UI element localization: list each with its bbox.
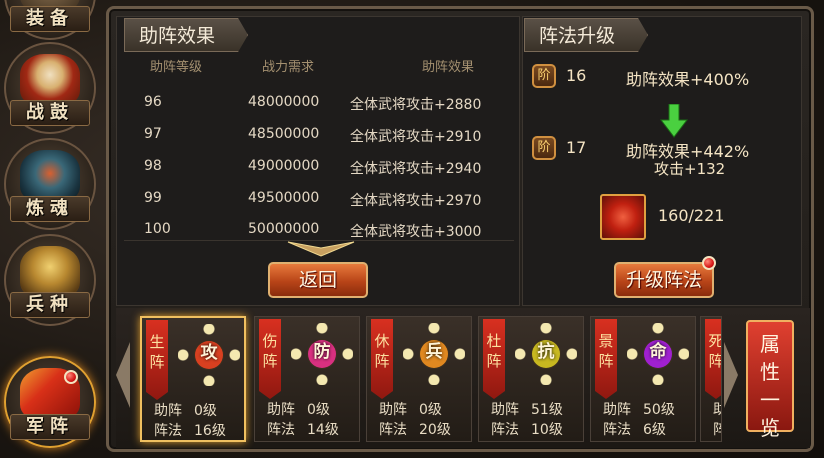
current-effect: 助阵效果+400% bbox=[626, 70, 750, 89]
array-level-line: 阵法 14级 bbox=[267, 422, 339, 438]
row-effect: 全体武将攻击+2880 bbox=[350, 97, 482, 113]
formation-card[interactable]: 伤阵 防助阵 0级阵法 14级 bbox=[254, 316, 360, 442]
support-level-line: 助阵 0级 bbox=[379, 402, 442, 418]
sidebar-item-label: 炼魂 bbox=[10, 196, 90, 222]
row-power: 49500000 bbox=[248, 190, 320, 206]
column-header-level: 助阵等级 bbox=[150, 60, 203, 75]
row-level: 99 bbox=[144, 190, 162, 206]
formation-card[interactable]: 景阵 命助阵 50级阵法 6级 bbox=[590, 316, 696, 442]
sidebar-item-soul-refine[interactable]: 炼魂 bbox=[4, 138, 96, 230]
arrow-down-icon bbox=[660, 104, 688, 138]
array-level-line: 阵法 10级 bbox=[491, 422, 563, 438]
notification-dot bbox=[702, 256, 716, 270]
back-button[interactable]: 返回 bbox=[268, 262, 368, 298]
row-level: 98 bbox=[144, 158, 162, 174]
upgrade-title: 阵法升级 bbox=[524, 18, 648, 52]
formation-glyph: 防 bbox=[313, 342, 331, 362]
drum-icon bbox=[20, 54, 80, 106]
formation-flag: 死阵 bbox=[705, 319, 721, 399]
array-level-line: 阵法 20级 bbox=[379, 422, 451, 438]
formation-card[interactable]: 杜阵 抗助阵 51级阵法 10级 bbox=[478, 316, 584, 442]
formation-glyph: 抗 bbox=[537, 342, 555, 362]
table-row: 98 49000000 全体武将攻击+2940 bbox=[130, 158, 510, 184]
formation-flag: 景阵 bbox=[595, 319, 617, 399]
row-level: 97 bbox=[144, 126, 162, 142]
attributes-overview-button[interactable]: 属性一览 bbox=[746, 320, 794, 440]
tier-badge-icon: 阶 bbox=[532, 64, 556, 88]
row-power: 48000000 bbox=[248, 94, 320, 110]
demon-mask-icon bbox=[20, 150, 80, 202]
support-effect-title: 助阵效果 bbox=[124, 18, 248, 52]
table-row: 99 49500000 全体武将攻击+2970 bbox=[130, 190, 510, 216]
current-tier: 16 bbox=[566, 66, 587, 85]
row-level: 100 bbox=[144, 221, 171, 237]
formation-flag: 伤阵 bbox=[259, 319, 281, 399]
table-row: 96 48000000 全体武将攻击+2880 bbox=[130, 94, 510, 120]
upgrade-formation-button[interactable]: 升级阵法 bbox=[614, 262, 714, 298]
row-power: 49000000 bbox=[248, 158, 320, 174]
sidebar-item-equipment[interactable]: 装备 bbox=[4, 0, 96, 40]
row-power: 50000000 bbox=[248, 221, 320, 237]
sidebar-item-war-drum[interactable]: 战鼓 bbox=[4, 42, 96, 134]
row-effect: 全体武将攻击+2970 bbox=[350, 193, 482, 209]
array-level-line: 阵法 6级 bbox=[603, 422, 666, 438]
next-tier: 17 bbox=[566, 138, 587, 157]
next-extra: 攻击+132 bbox=[654, 160, 726, 178]
formation-card[interactable]: 死阵助阵阵法 bbox=[700, 316, 722, 442]
sidebar-item-label: 兵种 bbox=[10, 292, 90, 318]
array-level-line: 阵法 bbox=[713, 419, 721, 439]
material-scroll-icon[interactable] bbox=[600, 194, 646, 240]
column-header-power: 战力需求 bbox=[262, 60, 315, 75]
row-level: 96 bbox=[144, 94, 162, 110]
support-level-line: 助阵 bbox=[713, 399, 721, 419]
scroll-right-icon[interactable] bbox=[722, 340, 740, 410]
support-level-line: 助阵 51级 bbox=[491, 402, 563, 418]
row-effect: 全体武将攻击+3000 bbox=[350, 224, 482, 240]
scroll-left-icon[interactable] bbox=[114, 340, 132, 410]
scroll-down-icon[interactable] bbox=[286, 240, 356, 258]
helmet-icon bbox=[20, 246, 80, 298]
array-level-line: 阵法 16级 bbox=[154, 423, 226, 439]
attributes-button-label: 属性一览 bbox=[760, 332, 780, 440]
support-level-line: 助阵 50级 bbox=[603, 402, 675, 418]
row-effect: 全体武将攻击+2940 bbox=[350, 161, 482, 177]
support-level-line: 助阵 0级 bbox=[267, 402, 330, 418]
formation-card[interactable]: 休阵 兵助阵 0级阵法 20级 bbox=[366, 316, 472, 442]
sidebar-item-label: 装备 bbox=[10, 6, 90, 32]
row-effect: 全体武将攻击+2910 bbox=[350, 129, 482, 145]
column-header-effect: 助阵效果 bbox=[422, 60, 475, 75]
formation-glyph: 攻 bbox=[200, 343, 218, 363]
row-power: 48500000 bbox=[248, 126, 320, 142]
sidebar: 装备 战鼓 炼魂 兵种 军阵 bbox=[0, 0, 100, 458]
material-count: 160/221 bbox=[658, 206, 725, 225]
sidebar-item-label: 军阵 bbox=[10, 414, 90, 440]
formation-flag: 休阵 bbox=[371, 319, 393, 399]
tier-badge-icon: 阶 bbox=[532, 136, 556, 160]
formation-glyph: 命 bbox=[649, 342, 667, 362]
sidebar-item-label: 战鼓 bbox=[10, 100, 90, 126]
formation-card[interactable]: 生阵 攻助阵 0级阵法 16级 bbox=[140, 316, 246, 442]
formation-flag: 杜阵 bbox=[483, 319, 505, 399]
notification-dot bbox=[64, 370, 78, 384]
formation-flag: 生阵 bbox=[146, 320, 168, 400]
sidebar-item-formation[interactable]: 军阵 bbox=[4, 356, 96, 448]
formation-glyph: 兵 bbox=[425, 342, 443, 362]
sidebar-item-troop-type[interactable]: 兵种 bbox=[4, 234, 96, 326]
table-row: 97 48500000 全体武将攻击+2910 bbox=[130, 126, 510, 152]
support-level-line: 助阵 0级 bbox=[154, 403, 217, 419]
